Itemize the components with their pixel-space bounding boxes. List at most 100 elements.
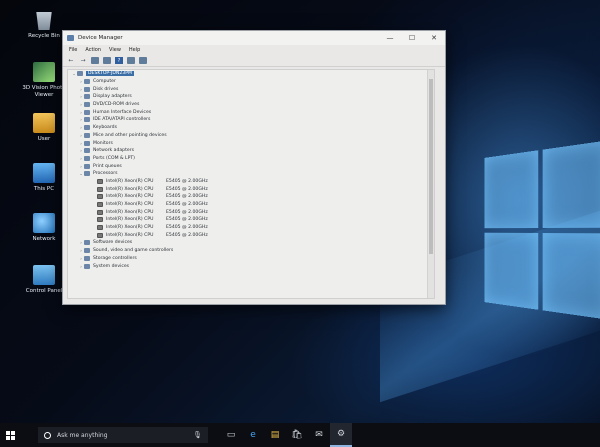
tree-category[interactable]: › Keyboards — [68, 124, 434, 132]
toolbar: ← → ? — [63, 55, 445, 67]
store-icon[interactable]: 🛍 — [286, 423, 308, 447]
tree-item-label: Computer — [93, 79, 116, 85]
this-pc-icon — [33, 163, 55, 183]
menu-bar: File Action View Help — [63, 45, 445, 55]
tree-category[interactable]: › Ports (COM & LPT) — [68, 155, 434, 163]
device-manager-window[interactable]: Device Manager — ☐ ✕ File Action View He… — [62, 30, 446, 305]
menu-help[interactable]: Help — [129, 47, 140, 53]
scrollbar-thumb[interactable] — [429, 79, 433, 254]
processor-model: E5405 @ 2.00GHz — [166, 186, 208, 192]
tree-category[interactable]: › Monitors — [68, 139, 434, 147]
device-category-icon — [77, 71, 83, 77]
tree-root-computer[interactable]: ⌄ DESKTOP-JDN23PM — [68, 70, 434, 78]
tree-item-processor[interactable]: Intel(R) Xeon(R) CPU E5405 @ 2.00GHz — [68, 178, 434, 186]
device-category-icon — [84, 248, 90, 254]
device-category-icon — [84, 79, 90, 85]
tree-item-label: Print queues — [93, 163, 122, 169]
microphone-icon[interactable]: 🎙 — [193, 431, 202, 439]
processor-name: Intel(R) Xeon(R) CPU — [106, 202, 154, 208]
start-button[interactable] — [0, 430, 20, 440]
taskbar: Ask me anything 🎙 ▭ e ▤ 🛍 ✉ ⚙ — [0, 423, 600, 447]
processor-model: E5405 @ 2.00GHz — [166, 225, 208, 231]
tree-category[interactable]: ⌄ Processors — [68, 170, 434, 178]
tree-category[interactable]: › System devices — [68, 262, 434, 270]
menu-file[interactable]: File — [69, 47, 77, 53]
tree-item-processor[interactable]: Intel(R) Xeon(R) CPU E5405 @ 2.00GHz — [68, 193, 434, 201]
tree-item-processor[interactable]: Intel(R) Xeon(R) CPU E5405 @ 2.00GHz — [68, 224, 434, 232]
device-category-icon — [84, 86, 90, 92]
tree-item-label: Software devices — [93, 240, 133, 246]
device-tree[interactable]: ⌄ DESKTOP-JDN23PM › Computer › Disk drives › Di… — [67, 69, 435, 299]
tree-category[interactable]: › DVD/CD-ROM drives — [68, 101, 434, 109]
window-title: Device Manager — [78, 35, 123, 41]
scan-hardware-icon[interactable] — [139, 57, 147, 64]
tree-category[interactable]: › Sound, video and game controllers — [68, 247, 434, 255]
processor-name: Intel(R) Xeon(R) CPU — [106, 194, 154, 200]
device-category-icon — [84, 132, 90, 138]
tree-category[interactable]: › Computer — [68, 78, 434, 86]
device-manager-icon — [67, 35, 74, 41]
tree-item-label: IDE ATA/ATAPI controllers — [93, 117, 151, 123]
device-category-icon — [84, 163, 90, 169]
tree-item-label: Sound, video and game controllers — [93, 248, 174, 254]
device-category-icon — [84, 171, 90, 177]
tree-item-processor[interactable]: Intel(R) Xeon(R) CPU E5405 @ 2.00GHz — [68, 216, 434, 224]
tree-category[interactable]: › Print queues — [68, 162, 434, 170]
processor-icon — [97, 217, 103, 223]
tree-category[interactable]: › Human Interface Devices — [68, 108, 434, 116]
device-category-icon — [84, 94, 90, 100]
tree-category[interactable]: › Mice and other pointing devices — [68, 132, 434, 140]
search-placeholder: Ask me anything — [57, 431, 108, 439]
close-button[interactable]: ✕ — [423, 31, 445, 45]
3d-vision-icon — [33, 62, 55, 82]
processor-model: E5405 @ 2.00GHz — [166, 217, 208, 223]
device-category-icon — [84, 125, 90, 131]
maximize-button[interactable]: ☐ — [401, 31, 423, 45]
tree-item-processor[interactable]: Intel(R) Xeon(R) CPU E5405 @ 2.00GHz — [68, 231, 434, 239]
update-driver-icon[interactable] — [127, 57, 135, 64]
tree-item-label: Keyboards — [93, 125, 117, 131]
menu-action[interactable]: Action — [85, 47, 101, 53]
tree-category[interactable]: › IDE ATA/ATAPI controllers — [68, 116, 434, 124]
tree-category[interactable]: › Storage controllers — [68, 255, 434, 263]
tree-category[interactable]: › Network adapters — [68, 147, 434, 155]
file-explorer-icon[interactable]: ▤ — [264, 423, 286, 447]
show-hidden-icon[interactable] — [103, 57, 111, 64]
forward-arrow-icon[interactable]: → — [79, 57, 87, 64]
processor-icon — [97, 232, 103, 238]
edge-icon[interactable]: e — [242, 423, 264, 447]
tree-item-processor[interactable]: Intel(R) Xeon(R) CPU E5405 @ 2.00GHz — [68, 185, 434, 193]
tree-item-processor[interactable]: Intel(R) Xeon(R) CPU E5405 @ 2.00GHz — [68, 201, 434, 209]
tree-category[interactable]: › Disk drives — [68, 85, 434, 93]
back-arrow-icon[interactable]: ← — [67, 57, 75, 64]
device-manager-taskbar-icon[interactable]: ⚙ — [330, 423, 352, 447]
cortana-search-box[interactable]: Ask me anything 🎙 — [38, 427, 208, 443]
tree-item-label: Mice and other pointing devices — [93, 132, 167, 138]
device-category-icon — [84, 240, 90, 246]
processor-icon — [97, 186, 103, 192]
menu-view[interactable]: View — [109, 47, 121, 53]
tree-item-label: Disk drives — [93, 86, 119, 92]
properties-icon[interactable] — [91, 57, 99, 64]
processor-model: E5405 @ 2.00GHz — [166, 202, 208, 208]
tree-item-processor[interactable]: Intel(R) Xeon(R) CPU E5405 @ 2.00GHz — [68, 208, 434, 216]
processor-model: E5405 @ 2.00GHz — [166, 194, 208, 200]
device-category-icon — [84, 255, 90, 261]
processor-icon — [97, 202, 103, 208]
processor-name: Intel(R) Xeon(R) CPU — [106, 232, 154, 238]
tree-category[interactable]: › Display adapters — [68, 93, 434, 101]
tree-item-label: DVD/CD-ROM drives — [93, 102, 140, 108]
windows-logo-graphic — [484, 140, 600, 320]
minimize-button[interactable]: — — [379, 31, 401, 45]
help-icon[interactable]: ? — [115, 57, 123, 64]
tree-category[interactable]: › Software devices — [68, 239, 434, 247]
task-view-icon[interactable]: ▭ — [220, 423, 242, 447]
mail-icon[interactable]: ✉ — [308, 423, 330, 447]
window-titlebar[interactable]: Device Manager — ☐ ✕ — [63, 31, 445, 45]
device-category-icon — [84, 102, 90, 108]
tree-item-label: Storage controllers — [93, 255, 137, 261]
tree-scrollbar[interactable] — [427, 70, 434, 298]
device-category-icon — [84, 109, 90, 115]
tree-item-label: Monitors — [93, 140, 113, 146]
processor-name: Intel(R) Xeon(R) CPU — [106, 225, 154, 231]
